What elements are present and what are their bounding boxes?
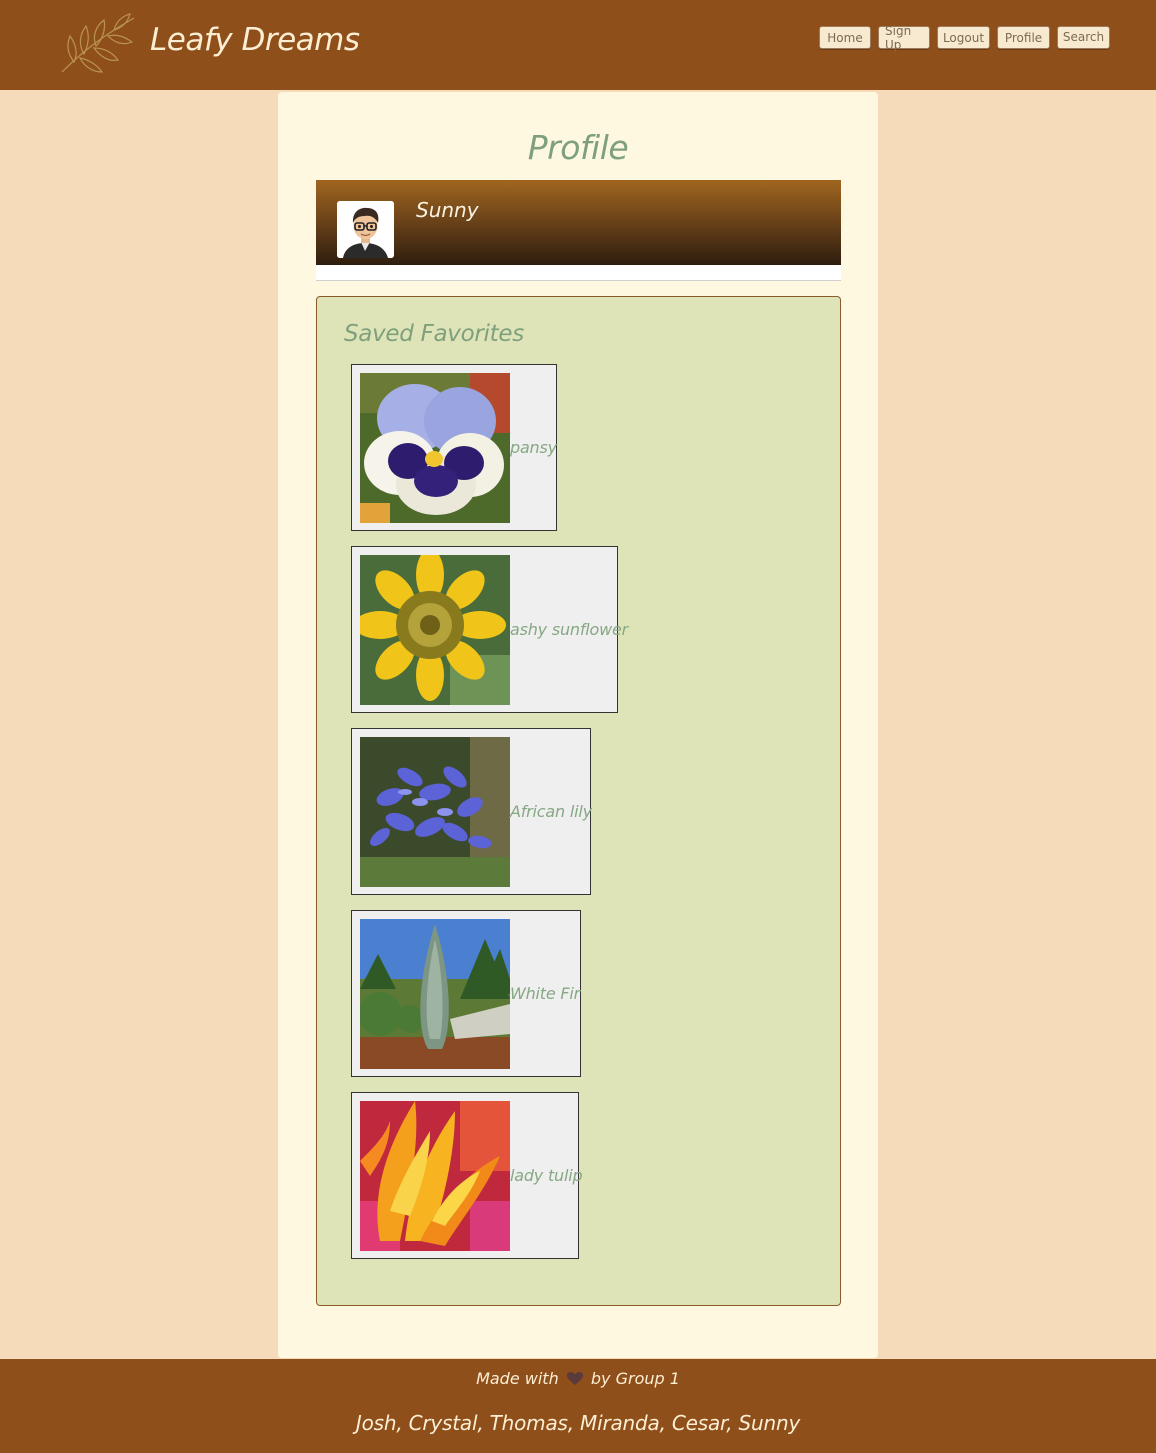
cartoon-person-glasses-icon — [337, 201, 394, 258]
main-nav: Home Sign Up Logout Profile Search — [819, 24, 1110, 52]
brand-title[interactable]: Leafy Dreams — [150, 22, 360, 58]
footer: Made with by Group 1 Josh, Crystal, Thom… — [0, 1359, 1156, 1453]
banner-divider — [316, 265, 841, 281]
favorite-name[interactable]: White Fir — [510, 984, 586, 1003]
made-with-suffix: by Group 1 — [590, 1369, 680, 1388]
sunflower-photo[interactable] — [360, 554, 510, 705]
favorite-item-african-lily[interactable]: African lily — [351, 728, 592, 895]
nav-home-button[interactable]: Home — [819, 26, 871, 49]
profile-card: Profile Sunny Saved Favorites pansy ashy… — [278, 92, 878, 1358]
favorite-item-pansy[interactable]: pansy — [351, 364, 557, 531]
saved-favorites-panel: Saved Favorites pansy ashy sunflower Afr… — [316, 296, 841, 1306]
made-with-line: Made with by Group 1 — [0, 1369, 1156, 1388]
nav-profile-button[interactable]: Profile — [997, 26, 1050, 49]
favorite-name[interactable]: lady tulip — [510, 1166, 588, 1185]
profile-username: Sunny — [416, 198, 479, 222]
made-with-prefix: Made with — [476, 1369, 559, 1388]
saved-favorites-title: Saved Favorites — [344, 321, 524, 347]
favorite-item-lady-tulip[interactable]: lady tulip — [351, 1092, 583, 1259]
heart-icon — [566, 1372, 583, 1385]
favorite-name[interactable]: ashy sunflower — [510, 620, 634, 639]
profile-banner: Sunny — [316, 180, 841, 265]
pansy-flower-photo[interactable] — [360, 372, 510, 523]
footer-credits: Josh, Crystal, Thomas, Miranda, Cesar, S… — [355, 1411, 801, 1435]
page-title: Profile — [527, 128, 629, 167]
top-navbar: Leafy Dreams Home Sign Up Logout Profile… — [0, 0, 1156, 90]
nav-logout-button[interactable]: Logout — [937, 26, 990, 49]
favorite-item-sunflower[interactable]: ashy sunflower — [351, 546, 628, 713]
nav-search-button[interactable]: Search — [1057, 26, 1110, 49]
white-fir-tree-photo[interactable] — [360, 918, 510, 1069]
leaf-branch-icon — [61, 13, 135, 73]
african-lily-photo[interactable] — [360, 736, 510, 887]
favorite-name[interactable]: pansy — [510, 438, 563, 457]
favorite-item-white-fir[interactable]: White Fir — [351, 910, 581, 1077]
tulip-photo[interactable] — [360, 1100, 510, 1251]
favorite-name[interactable]: African lily — [510, 802, 598, 821]
avatar — [337, 201, 394, 258]
nav-signup-button[interactable]: Sign Up — [878, 24, 930, 52]
